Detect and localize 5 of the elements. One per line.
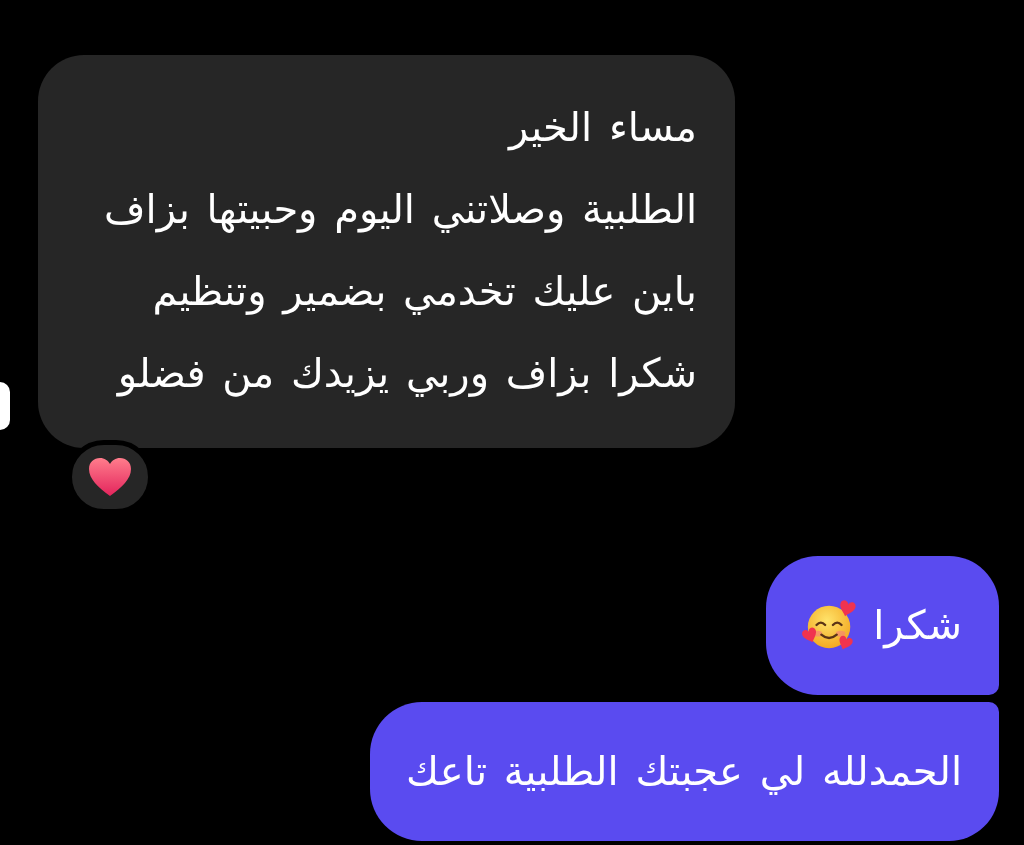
avatar-icon [0,382,10,430]
message-text: مساء الخير الطلبية وصلاتني اليوم وحبيتها بزاف باين عليك تخدمي بضمير وتنظيم شكرا بزاف وربي يزيدك من فضلو [104,103,697,399]
message-text: شكرا [873,601,962,651]
message-text: الحمدلله لي عجبتك الطلبية تاعك [406,747,962,797]
heart-icon [88,457,132,497]
